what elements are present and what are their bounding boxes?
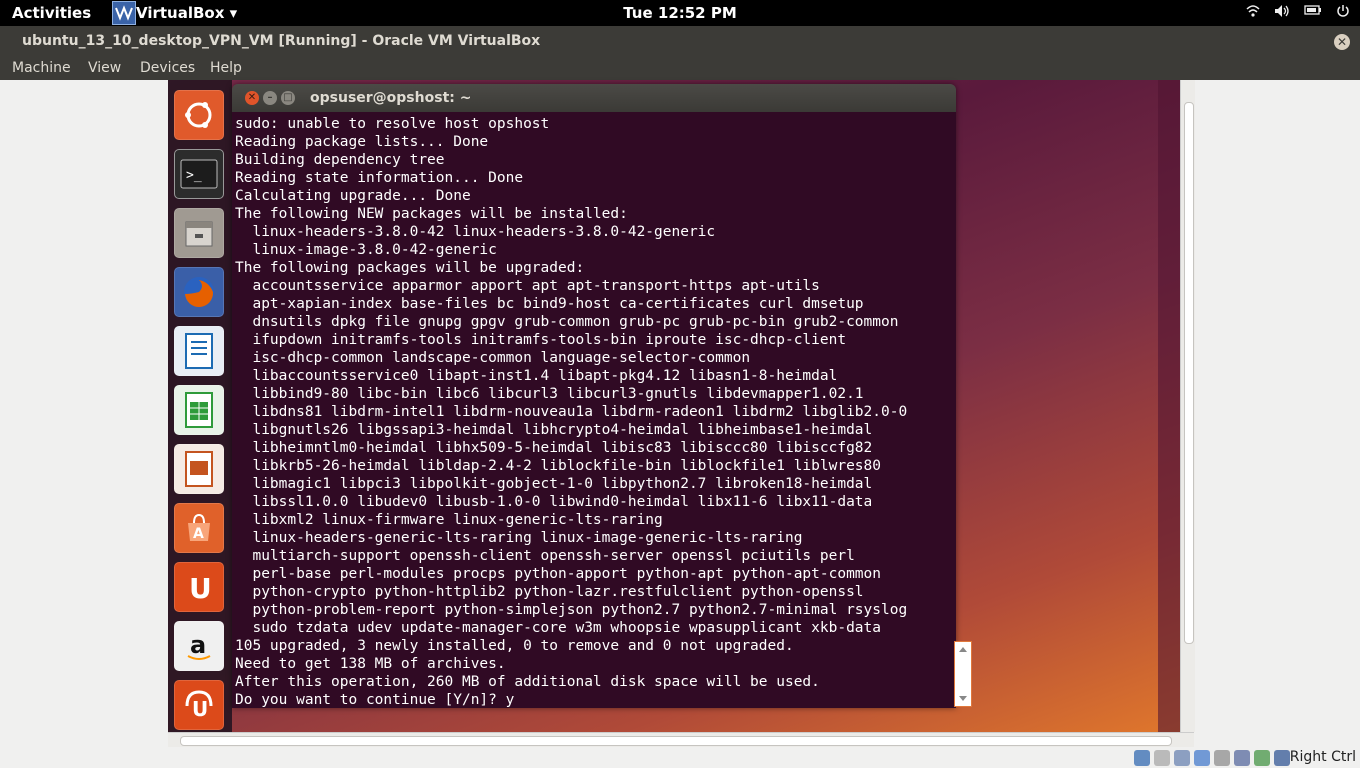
terminal-title: opsuser@opshost: ~	[310, 90, 472, 106]
svg-text:A: A	[193, 526, 204, 542]
close-window-button[interactable]: ✕	[1334, 34, 1350, 50]
display-icon[interactable]	[1234, 750, 1250, 766]
ubuntu-dash-icon[interactable]	[174, 90, 224, 140]
libreoffice-calc-icon[interactable]	[174, 385, 224, 435]
files-icon[interactable]	[174, 208, 224, 258]
terminal-maximize-button[interactable]: □	[281, 91, 295, 105]
libreoffice-writer-icon[interactable]	[174, 326, 224, 376]
terminal-output[interactable]: sudo: unable to resolve host opshost Rea…	[232, 112, 956, 708]
vertical-scroll-thumb[interactable]	[1184, 102, 1194, 644]
svg-text:>_: >_	[186, 168, 202, 183]
menubar: Machine View Devices Help	[0, 56, 1360, 80]
app-menu-button[interactable]: VirtualBox ▾	[112, 0, 237, 26]
menu-help[interactable]: Help	[210, 60, 242, 76]
menu-devices[interactable]: Devices	[140, 60, 195, 76]
host-key-label: Right Ctrl	[1289, 749, 1356, 765]
svg-text:U: U	[192, 697, 208, 721]
amazon-icon[interactable]: a	[174, 621, 224, 671]
hard-disk-icon[interactable]	[1134, 750, 1150, 766]
svg-text:U: U	[189, 572, 212, 604]
libreoffice-impress-icon[interactable]	[174, 444, 224, 494]
desktop-edge	[1158, 80, 1180, 732]
statusbar: Right Ctrl	[0, 748, 1360, 768]
optical-drive-icon[interactable]	[1154, 750, 1170, 766]
app-menu-label: VirtualBox ▾	[136, 4, 238, 22]
shared-folders-icon[interactable]	[1214, 750, 1230, 766]
wifi-icon[interactable]	[1246, 4, 1260, 22]
terminal-minimize-button[interactable]: –	[263, 91, 277, 105]
terminal-text: sudo: unable to resolve host opshost Rea…	[235, 116, 908, 708]
horizontal-scrollbar[interactable]	[168, 732, 1194, 747]
terminal-scrollbar[interactable]	[954, 641, 972, 707]
volume-icon[interactable]	[1274, 4, 1290, 22]
top-panel: Activities VirtualBox ▾ Tue 12:52 PM	[0, 0, 1360, 26]
firefox-icon[interactable]	[174, 267, 224, 317]
ubuntu-one-music-icon[interactable]: U	[174, 680, 224, 730]
activities-button[interactable]: Activities	[12, 4, 91, 22]
usb-icon[interactable]	[1174, 750, 1190, 766]
terminal-icon[interactable]: >_	[174, 149, 224, 199]
horizontal-scroll-thumb[interactable]	[180, 736, 1172, 746]
network-icon[interactable]	[1194, 750, 1210, 766]
window-title: ubuntu_13_10_desktop_VPN_VM [Running] - …	[22, 33, 541, 49]
terminal-titlebar[interactable]: ✕ – □ opsuser@opshost: ~	[232, 84, 956, 112]
svg-text:a: a	[190, 631, 206, 659]
unity-launcher: >_ A U a U	[168, 80, 232, 732]
ubuntu-one-icon[interactable]: U	[174, 562, 224, 612]
menu-machine[interactable]: Machine	[12, 60, 71, 76]
device-icons	[1134, 750, 1290, 766]
terminal-close-button[interactable]: ✕	[245, 91, 259, 105]
capture-icon[interactable]	[1254, 750, 1270, 766]
system-tray	[1246, 4, 1350, 22]
battery-icon[interactable]	[1304, 4, 1322, 22]
terminal-window[interactable]: ✕ – □ opsuser@opshost: ~ sudo: unable to…	[232, 84, 956, 708]
vertical-scrollbar[interactable]	[1180, 80, 1195, 732]
power-icon[interactable]	[1336, 4, 1350, 22]
software-center-icon[interactable]: A	[174, 503, 224, 553]
menu-view[interactable]: View	[88, 60, 121, 76]
keyboard-icon[interactable]	[1274, 750, 1290, 766]
window-titlebar[interactable]: ubuntu_13_10_desktop_VPN_VM [Running] - …	[0, 26, 1360, 56]
